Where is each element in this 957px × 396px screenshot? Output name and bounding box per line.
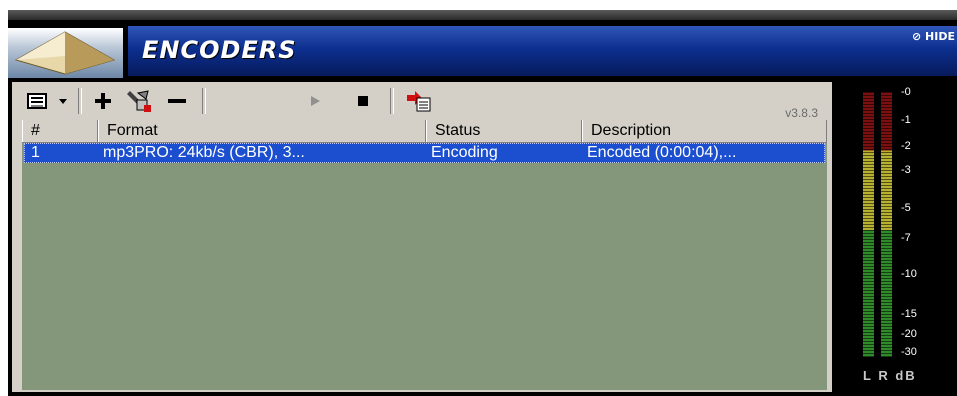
list-header: # Format Status Description	[22, 120, 827, 143]
column-description[interactable]: Description	[582, 120, 827, 142]
encoders-window: ENCODERS ⊘ HIDE v3.8.3 # Format Status D…	[0, 0, 957, 396]
plus-icon	[95, 93, 111, 109]
window-title: ENCODERS	[142, 36, 297, 64]
app-logo	[8, 28, 123, 78]
db-label: -15	[901, 308, 917, 320]
db-label: -20	[901, 328, 917, 340]
left-channel-bar	[863, 92, 874, 357]
column-number[interactable]: #	[22, 120, 98, 142]
export-icon	[407, 91, 431, 112]
meter-footer: L R dB	[863, 368, 917, 383]
minus-icon	[168, 99, 186, 103]
window-header: ENCODERS ⊘ HIDE	[8, 20, 957, 78]
encoder-list-icon	[27, 93, 47, 109]
play-icon	[311, 96, 320, 106]
row-description: Encoded (0:00:04),...	[587, 144, 737, 161]
row-format: mp3PRO: 24kb/s (CBR), 3...	[103, 144, 305, 161]
db-label: -2	[901, 140, 911, 152]
level-meter: -0 -1 -2 -3 -5 -7 -10 -15 -20 -30 L R dB	[843, 84, 951, 390]
version-label: v3.8.3	[785, 106, 818, 120]
configure-icon	[127, 90, 151, 112]
encoder-menu-button[interactable]	[22, 88, 52, 114]
db-label: -10	[901, 268, 917, 280]
toolbar-separator	[202, 88, 206, 114]
toolbar-separator	[78, 88, 82, 114]
pyramid-icon	[14, 31, 116, 75]
toolbar: v3.8.3	[12, 82, 832, 120]
export-button[interactable]	[402, 88, 436, 114]
table-row[interactable]: 1 mp3PRO: 24kb/s (CBR), 3... Encoding En…	[24, 143, 825, 163]
db-label: -0	[901, 86, 911, 98]
dropdown-button[interactable]	[54, 88, 72, 114]
left-edge	[0, 0, 8, 396]
db-label: -30	[901, 346, 917, 358]
row-status: Encoding	[431, 144, 498, 161]
db-label: -5	[901, 202, 911, 214]
column-format[interactable]: Format	[98, 120, 426, 142]
hide-button[interactable]: ⊘ HIDE	[912, 30, 955, 43]
right-channel-bar	[881, 92, 892, 357]
top-strip	[0, 0, 957, 10]
chevron-down-icon	[59, 99, 67, 104]
encoder-list[interactable]: # Format Status Description 1 mp3PRO: 24…	[22, 120, 827, 390]
window-body: v3.8.3 # Format Status Description 1 mp3…	[8, 78, 957, 396]
top-border	[8, 10, 957, 20]
configure-encoder-button[interactable]	[122, 88, 156, 114]
add-encoder-button[interactable]	[88, 88, 118, 114]
remove-encoder-button[interactable]	[162, 88, 192, 114]
play-button[interactable]	[302, 88, 328, 114]
column-status[interactable]: Status	[426, 120, 582, 142]
db-label: -1	[901, 114, 911, 126]
encoder-panel: v3.8.3 # Format Status Description 1 mp3…	[12, 82, 832, 392]
db-label: -7	[901, 232, 911, 244]
stop-button[interactable]	[350, 88, 376, 114]
title-bar: ENCODERS ⊘ HIDE	[128, 26, 957, 76]
db-label: -3	[901, 164, 911, 176]
toolbar-separator	[390, 88, 394, 114]
row-number: 1	[31, 144, 40, 161]
stop-icon	[358, 96, 368, 106]
